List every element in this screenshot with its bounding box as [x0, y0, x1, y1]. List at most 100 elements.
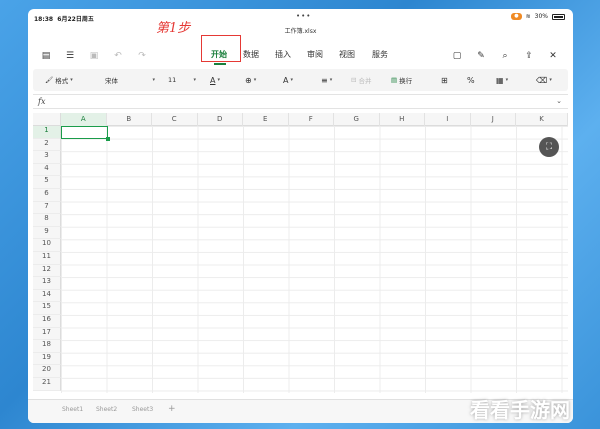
watermark: 看看手游网 — [470, 398, 570, 422]
tab-services[interactable]: 服务 — [372, 48, 388, 62]
column-header-j[interactable]: J — [471, 113, 516, 126]
sheet-tab-1[interactable]: Sheet1 — [62, 406, 83, 413]
sheet-tab-3[interactable]: Sheet3 — [132, 406, 153, 413]
page-icon[interactable]: ▢ — [449, 48, 465, 64]
column-header-d[interactable]: D — [198, 113, 243, 126]
close-icon[interactable]: ✕ — [545, 48, 561, 64]
row-header[interactable]: 11 — [33, 252, 61, 265]
percent-button[interactable]: % — [467, 73, 475, 87]
column-header-f[interactable]: F — [289, 113, 334, 126]
tab-data[interactable]: 数据 — [243, 48, 259, 62]
format-style-button[interactable]: 🖌 格式 ▾ — [45, 73, 73, 87]
row-header[interactable]: 19 — [33, 352, 61, 366]
align-button[interactable]: ≡ ▾ — [321, 73, 332, 87]
row-header[interactable]: 15 — [33, 302, 61, 315]
menu-icon[interactable]: ☰ — [62, 48, 78, 64]
wrap-icon: ▤ — [391, 76, 398, 84]
row-header[interactable]: 13 — [33, 277, 61, 290]
chevron-down-icon: ▾ — [549, 77, 552, 83]
border-button[interactable]: ⊞ — [441, 73, 448, 87]
merge-button[interactable]: ⊟ 合并 — [351, 73, 371, 87]
row-header[interactable]: 7 — [33, 201, 61, 215]
chevron-down-icon[interactable]: ⌄ — [556, 97, 562, 105]
add-sheet-icon[interactable]: + — [168, 404, 176, 414]
save-icon[interactable]: ▣ — [86, 48, 102, 64]
font-name-select[interactable]: 宋体 ▾ — [105, 73, 155, 87]
row-header[interactable]: 8 — [33, 214, 61, 227]
font-style-button[interactable]: A ▾ — [283, 73, 293, 87]
fill-color-button[interactable]: ⊕ ▾ — [245, 73, 256, 87]
column-header-e[interactable]: E — [243, 113, 289, 126]
undo-icon[interactable]: ↶ — [110, 48, 126, 64]
column-header-g[interactable]: G — [334, 113, 380, 126]
active-tab-indicator — [214, 63, 226, 65]
wifi-icon: ≋ — [525, 13, 531, 20]
row-header[interactable]: 6 — [33, 189, 61, 202]
font-size-select[interactable]: 11 ▾ — [168, 73, 196, 87]
row-header[interactable]: 10 — [33, 239, 61, 252]
tab-view[interactable]: 视图 — [339, 48, 355, 62]
row-header[interactable]: 16 — [33, 315, 61, 328]
column-header-c[interactable]: C — [152, 113, 198, 126]
row-header[interactable]: 18 — [33, 340, 61, 353]
conditional-format-button[interactable]: ▦ ▾ — [496, 73, 508, 87]
row-header[interactable]: 20 — [33, 365, 61, 378]
search-icon[interactable]: ⌕ — [497, 48, 513, 64]
chevron-down-icon: ▾ — [505, 77, 509, 83]
font-color-button[interactable]: A ▾ — [210, 73, 220, 87]
chevron-down-icon: ▾ — [193, 77, 196, 83]
redo-icon[interactable]: ↷ — [134, 48, 150, 64]
eraser-icon: ⌫ — [536, 75, 548, 85]
share-icon[interactable]: ⇪ — [521, 48, 537, 64]
row-header[interactable]: 4 — [33, 163, 61, 177]
tab-insert[interactable]: 插入 — [275, 48, 291, 62]
select-all-corner[interactable] — [33, 113, 61, 126]
column-header-b[interactable]: B — [107, 113, 152, 126]
column-header-a[interactable]: A — [61, 113, 107, 126]
chevron-down-icon: ▾ — [290, 77, 293, 83]
chevron-down-icon: ▾ — [217, 77, 220, 83]
pen-icon[interactable]: ✎ — [473, 48, 489, 64]
status-right: ● ≋ 30% — [511, 13, 565, 20]
row-header[interactable]: 12 — [33, 264, 61, 278]
chevron-down-icon: ▾ — [329, 77, 333, 83]
chevron-down-icon: ▾ — [70, 77, 73, 83]
multitask-dots-icon[interactable]: ••• — [296, 12, 311, 20]
sidebar-toggle-icon[interactable]: ▤ — [38, 48, 54, 64]
row-header[interactable]: 9 — [33, 226, 61, 240]
fill-handle[interactable] — [106, 137, 110, 141]
tab-review[interactable]: 审阅 — [307, 48, 323, 62]
recording-indicator-icon: ● — [511, 13, 522, 20]
tab-home[interactable]: 开始 — [211, 48, 227, 62]
selected-cell-a1[interactable] — [61, 126, 108, 139]
clear-button[interactable]: ⌫ ▾ — [536, 73, 552, 87]
wrap-button[interactable]: ▤ 换行 — [391, 73, 412, 87]
battery-percent: 30% — [534, 13, 548, 20]
formula-bar[interactable]: fx ⌄ — [33, 94, 568, 109]
cell-area[interactable] — [61, 126, 568, 393]
column-header-k[interactable]: K — [516, 113, 568, 126]
percent-icon: % — [467, 75, 475, 85]
fill-bucket-icon: ⊕ — [245, 75, 252, 85]
spreadsheet-grid: A B C D E F G H I J K 1 2 3 4 5 6 7 8 9 … — [33, 113, 568, 393]
merge-icon: ⊟ — [351, 76, 357, 84]
column-header-i[interactable]: I — [425, 113, 471, 126]
column-header-h[interactable]: H — [380, 113, 425, 126]
row-header[interactable]: 17 — [33, 327, 61, 341]
fullscreen-icon[interactable]: ⛶ — [539, 137, 559, 157]
row-header[interactable]: 5 — [33, 176, 61, 189]
text-style-icon: A — [283, 75, 289, 85]
row-header[interactable]: 3 — [33, 151, 61, 164]
row-header[interactable]: 1 — [33, 126, 61, 139]
tablet-window: 18:38 6月22日周五 ••• ● ≋ 30% 工作簿.xlsx 第1步 ▤… — [28, 9, 573, 423]
row-header[interactable]: 2 — [33, 138, 61, 152]
chevron-down-icon: ▾ — [253, 77, 257, 83]
sheet-tab-2[interactable]: Sheet2 — [96, 406, 117, 413]
align-icon: ≡ — [321, 75, 328, 85]
row-header[interactable]: 21 — [33, 378, 61, 391]
status-bar: 18:38 6月22日周五 ••• ● ≋ 30% — [28, 9, 573, 25]
main-toolbar: ▤ ☰ ▣ ↶ ↷ 开始 数据 插入 审阅 视图 服务 ▢ ✎ ⌕ ⇪ ✕ — [28, 43, 573, 69]
format-toolbar: 🖌 格式 ▾ 宋体 ▾ 11 ▾ A ▾ ⊕ ▾ A ▾ ≡ ▾ ⊟ 合并 ▤ … — [33, 69, 568, 91]
chevron-down-icon: ▾ — [152, 77, 155, 83]
row-header[interactable]: 14 — [33, 289, 61, 303]
